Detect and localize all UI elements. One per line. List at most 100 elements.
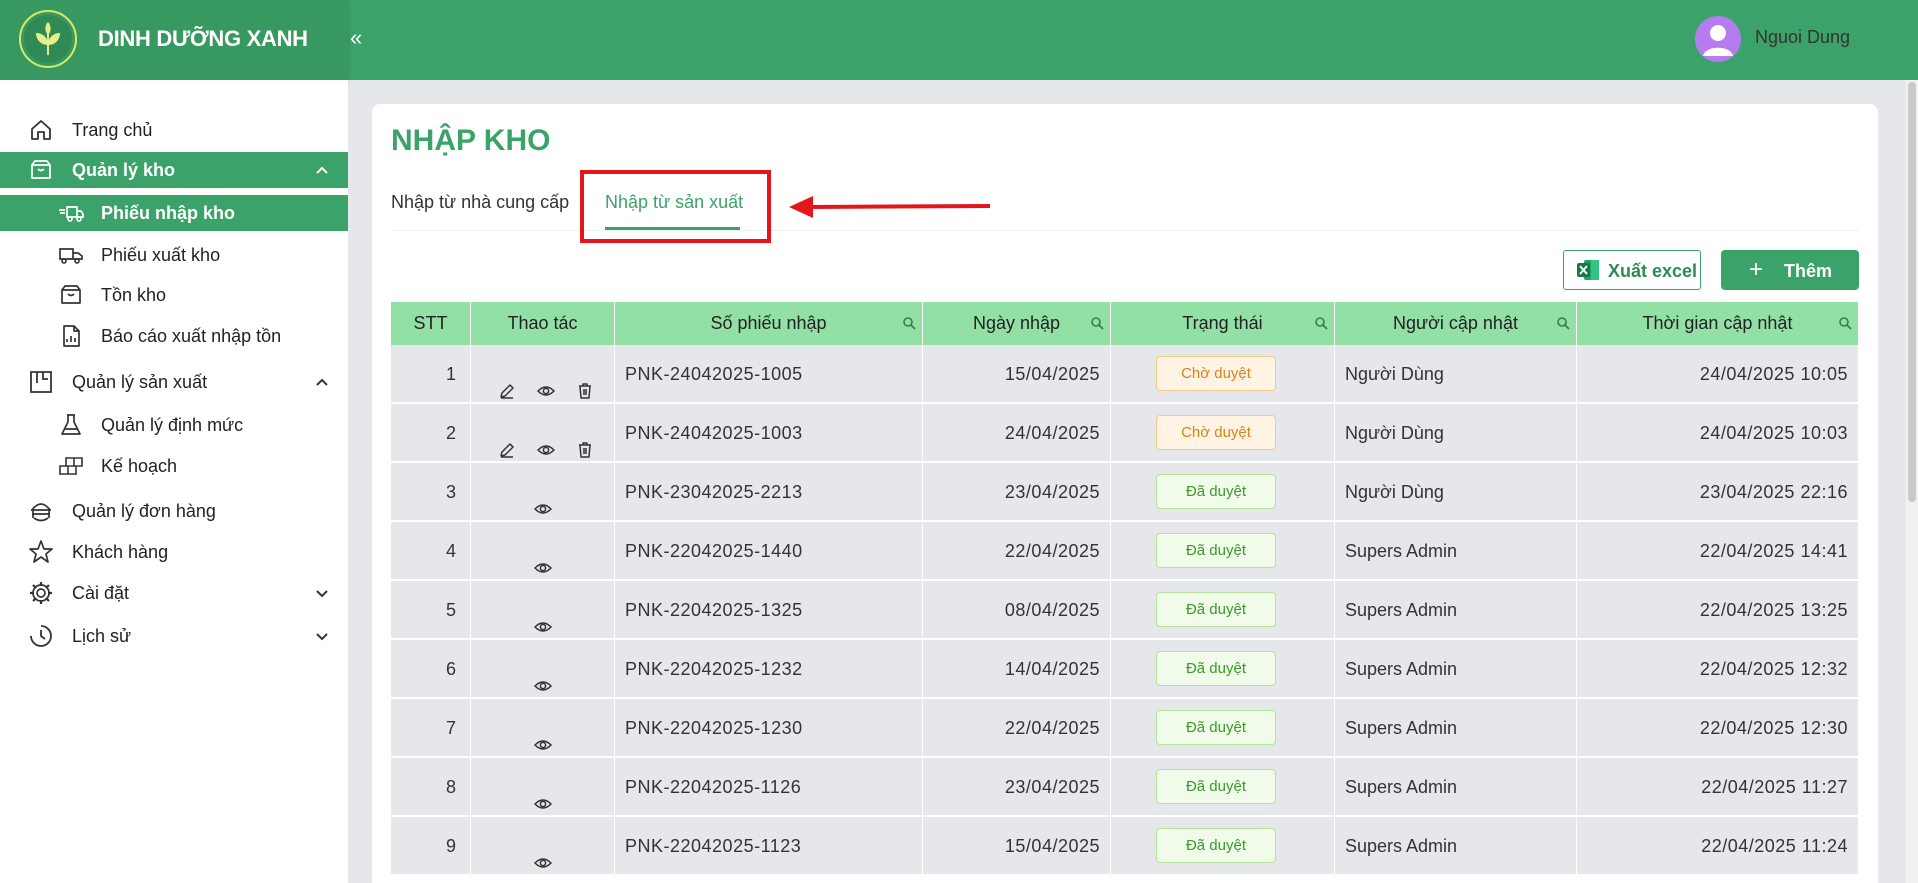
eye-icon[interactable]: [533, 483, 553, 514]
cell-nguoi-cap-nhat: Supers Admin: [1335, 817, 1577, 875]
export-excel-button[interactable]: Xuất excel: [1563, 250, 1701, 290]
status-badge: Đã duyệt: [1156, 592, 1276, 627]
eye-icon[interactable]: [533, 719, 553, 750]
scrollbar-thumb[interactable]: [1908, 82, 1916, 502]
edit-icon[interactable]: [498, 365, 516, 399]
search-icon[interactable]: [1314, 316, 1328, 330]
collapse-sidebar-button[interactable]: «: [348, 24, 368, 52]
sidebar-item-trang-chu[interactable]: Trang chủ: [0, 112, 348, 148]
table-row[interactable]: 9 PNK-22042025-1123 15/04/2025 Đã duyệt Supe…: [391, 817, 1858, 875]
chevron-up-icon: [316, 378, 328, 386]
cell-so-phieu: PNK-22042025-1126: [615, 758, 923, 816]
status-badge: Đã duyệt: [1156, 710, 1276, 745]
table-header: STT Thao tác Số phiếu nhập Ngày nhập Trạ…: [391, 302, 1858, 345]
cell-ngay-nhap: 22/04/2025: [923, 699, 1111, 757]
table-row[interactable]: 7 PNK-22042025-1230 22/04/2025 Đã duyệt Supe…: [391, 699, 1858, 757]
eye-icon[interactable]: [533, 837, 553, 868]
cell-actions: [471, 758, 615, 816]
sidebar-item-quan-ly-don-hang[interactable]: Quản lý đơn hàng: [0, 493, 348, 529]
arrow-icon: [789, 196, 991, 218]
table-row[interactable]: 4 PNK-22042025-1440 22/04/2025 Đã duyệt Supe…: [391, 522, 1858, 580]
avatar[interactable]: [1695, 16, 1741, 62]
status-badge: Đã duyệt: [1156, 474, 1276, 509]
sidebar-item-quan-ly-dinh-muc[interactable]: Quản lý định mức: [0, 407, 348, 443]
excel-icon: [1577, 260, 1599, 280]
cell-trang-thai: Đã duyệt: [1111, 463, 1335, 521]
sidebar-item-label: Tồn kho: [101, 285, 167, 305]
sidebar-item-label: Cài đặt: [72, 583, 130, 603]
edit-icon[interactable]: [498, 424, 516, 458]
cell-trang-thai: Đã duyệt: [1111, 817, 1335, 875]
column-header-trang-thai: Trạng thái: [1111, 302, 1335, 345]
table-row[interactable]: 2 PNK-24042025-1003 24/04/2025 Chờ duyệt Ngư…: [391, 404, 1858, 462]
cell-actions: [471, 345, 615, 403]
table-row[interactable]: 5 PNK-22042025-1325 08/04/2025 Đã duyệt Supe…: [391, 581, 1858, 639]
cell-actions: [471, 404, 615, 462]
search-icon[interactable]: [1090, 316, 1104, 330]
table-row[interactable]: 1 PNK-24042025-1005 15/04/2025 Chờ duyệt Ngư…: [391, 345, 1858, 403]
cell-nguoi-cap-nhat: Supers Admin: [1335, 699, 1577, 757]
sidebar-item-ke-hoach[interactable]: Kế hoạch: [0, 448, 348, 484]
eye-icon[interactable]: [536, 365, 556, 396]
sidebar-item-label: Quản lý định mức: [101, 415, 244, 435]
cell-ngay-nhap: 23/04/2025: [923, 463, 1111, 521]
cell-ngay-nhap: 23/04/2025: [923, 758, 1111, 816]
cell-thoi-gian-cap-nhat: 23/04/2025 22:16: [1699, 482, 1848, 502]
eye-icon[interactable]: [536, 424, 556, 455]
sidebar-item-khach-hang[interactable]: Khách hàng: [0, 534, 348, 570]
add-button[interactable]: + Thêm: [1721, 250, 1859, 290]
cell-stt: 9: [391, 817, 471, 875]
cell-actions: [471, 640, 615, 698]
cell-actions: [471, 522, 615, 580]
highlight-box: [580, 170, 771, 243]
sidebar-item-label: Lịch sử: [72, 626, 132, 646]
sidebar-item-cai-dat[interactable]: Cài đặt: [0, 575, 348, 611]
sidebar-item-lich-su[interactable]: Lịch sử: [0, 618, 348, 654]
cell-thoi-gian-cap-nhat: 22/04/2025 12:30: [1699, 718, 1848, 738]
eye-icon[interactable]: [533, 778, 553, 809]
page-title: NHẬP KHO: [391, 124, 551, 157]
user-name[interactable]: Nguoi Dung: [1755, 27, 1850, 48]
cell-thoi-gian-cap-nhat: 22/04/2025 14:41: [1699, 541, 1848, 561]
eye-icon[interactable]: [533, 601, 553, 632]
table-row[interactable]: 6 PNK-22042025-1232 14/04/2025 Đã duyệt Supe…: [391, 640, 1858, 698]
status-badge: Đã duyệt: [1156, 651, 1276, 686]
cell-so-phieu: PNK-22042025-1232: [615, 640, 923, 698]
sidebar-item-ton-kho[interactable]: Tồn kho: [0, 277, 348, 313]
page-scrollbar[interactable]: [1906, 80, 1918, 883]
home-icon: [31, 120, 51, 140]
trash-icon[interactable]: [576, 365, 594, 399]
sidebar-item-bao-cao[interactable]: Báo cáo xuất nhập tồn: [0, 318, 348, 354]
sidebar-item-label: Kế hoạch: [101, 456, 178, 476]
sidebar-item-phieu-xuat-kho[interactable]: Phiếu xuất kho: [0, 237, 348, 273]
cell-stt: 6: [391, 640, 471, 698]
cell-trang-thai: Đã duyệt: [1111, 522, 1335, 580]
cell-thoi-gian-cap-nhat: 22/04/2025 12:32: [1699, 659, 1848, 679]
status-badge: Đã duyệt: [1156, 828, 1276, 863]
sidebar-item-quan-ly-kho[interactable]: Quản lý kho: [0, 152, 348, 188]
search-icon[interactable]: [902, 316, 916, 330]
eye-icon[interactable]: [533, 542, 553, 573]
sidebar-item-quan-ly-san-xuat[interactable]: Quản lý sản xuất: [0, 364, 348, 400]
tab-nhap-tu-nha-cung-cap[interactable]: Nhập từ nhà cung cấp: [391, 192, 569, 213]
truck-out-icon: [59, 248, 83, 264]
cell-nguoi-cap-nhat: Supers Admin: [1335, 581, 1577, 639]
search-icon[interactable]: [1556, 316, 1570, 330]
cell-thoi-gian-cap-nhat: 24/04/2025 10:03: [1699, 423, 1848, 443]
cell-actions: [471, 463, 615, 521]
cell-trang-thai: Đã duyệt: [1111, 581, 1335, 639]
trash-icon[interactable]: [576, 424, 594, 458]
cell-ngay-nhap: 15/04/2025: [923, 345, 1111, 403]
sidebar-item-label: Phiếu xuất kho: [101, 245, 221, 265]
cell-stt: 7: [391, 699, 471, 757]
table-row[interactable]: 3 PNK-23042025-2213 23/04/2025 Đã duyệt Ngườ…: [391, 463, 1858, 521]
table-row[interactable]: 8 PNK-22042025-1126 23/04/2025 Đã duyệt Supe…: [391, 758, 1858, 816]
cell-thoi-gian-cap-nhat: 24/04/2025 10:05: [1699, 364, 1848, 384]
search-icon[interactable]: [1838, 316, 1852, 330]
sidebar-item-phieu-nhap-kho[interactable]: Phiếu nhập kho: [0, 195, 348, 231]
status-badge: Đã duyệt: [1156, 533, 1276, 568]
cell-thoi-gian-cap-nhat: 22/04/2025 11:27: [1701, 777, 1848, 797]
eye-icon[interactable]: [533, 660, 553, 691]
chevron-down-icon: [316, 590, 328, 598]
status-badge: Đã duyệt: [1156, 769, 1276, 804]
